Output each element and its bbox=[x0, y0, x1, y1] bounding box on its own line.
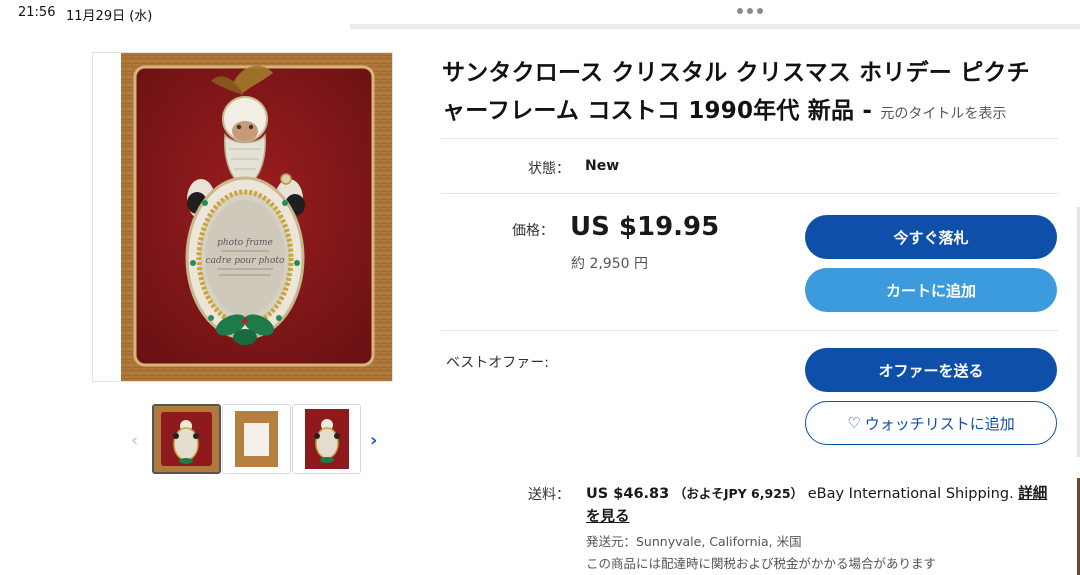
condition-label: 状態： bbox=[528, 161, 570, 177]
add-to-watchlist-label: ウォッチリストに追加 bbox=[864, 414, 1015, 433]
ships-from: 発送元：Sunnyvale, California, 米国 bbox=[586, 534, 802, 549]
shipping-amount: US $46.83 bbox=[586, 486, 670, 502]
best-offer-label: ベストオファー: bbox=[446, 355, 549, 371]
import-tax-note: この商品には配達時に関税および税金がかかる場合があります bbox=[586, 556, 937, 571]
shipping-info: US $46.83 （およそJPY 6,925） eBay Internatio… bbox=[586, 482, 1056, 529]
divider bbox=[442, 193, 1058, 194]
price-value: US $19.95 bbox=[570, 212, 720, 242]
shipping-approx-jpy: （およそJPY 6,925） bbox=[673, 486, 804, 501]
image-text-photo-frame: photo frame bbox=[217, 238, 273, 248]
condition-value: New bbox=[585, 158, 620, 174]
status-time: 21:56 bbox=[18, 5, 56, 20]
thumbnail-1[interactable] bbox=[152, 404, 221, 474]
main-product-image[interactable]: photo frame cadre pour photo bbox=[92, 52, 393, 382]
status-bar: 21:56 11月29日 (水) bbox=[0, 0, 1080, 24]
thumbnail-3[interactable] bbox=[292, 404, 361, 474]
send-offer-button[interactable]: オファーを送る bbox=[805, 348, 1057, 392]
price-label: 価格： bbox=[512, 223, 554, 239]
shipping-service: eBay International Shipping. bbox=[807, 486, 1014, 502]
divider bbox=[442, 138, 1058, 139]
listing-title: サンタクロース クリスタル クリスマス ホリデー ピクチャーフレーム コストコ … bbox=[442, 54, 1052, 133]
image-text-cadre: cadre pour photo bbox=[206, 256, 285, 266]
add-to-watchlist-button[interactable]: ♡ ウォッチリストに追加 bbox=[805, 401, 1057, 445]
buy-now-button[interactable]: 今すぐ落札 bbox=[805, 215, 1057, 259]
status-date: 11月29日 (水) bbox=[66, 9, 153, 24]
price-approx-jpy: 約 2,950 円 bbox=[571, 256, 648, 272]
shipping-label: 送料： bbox=[528, 487, 570, 503]
thumbnail-next-chevron-right-icon[interactable]: › bbox=[370, 430, 377, 451]
divider bbox=[442, 330, 1058, 331]
show-original-title-link[interactable]: 元のタイトルを表示 bbox=[880, 106, 1006, 122]
add-to-cart-button[interactable]: カートに追加 bbox=[805, 268, 1057, 312]
header-divider bbox=[350, 24, 1080, 29]
multitasking-dots-icon[interactable] bbox=[737, 8, 763, 14]
thumbnail-prev-chevron-left-icon[interactable]: ‹ bbox=[131, 430, 138, 451]
thumbnail-2[interactable] bbox=[222, 404, 291, 474]
heart-icon: ♡ bbox=[847, 414, 861, 432]
